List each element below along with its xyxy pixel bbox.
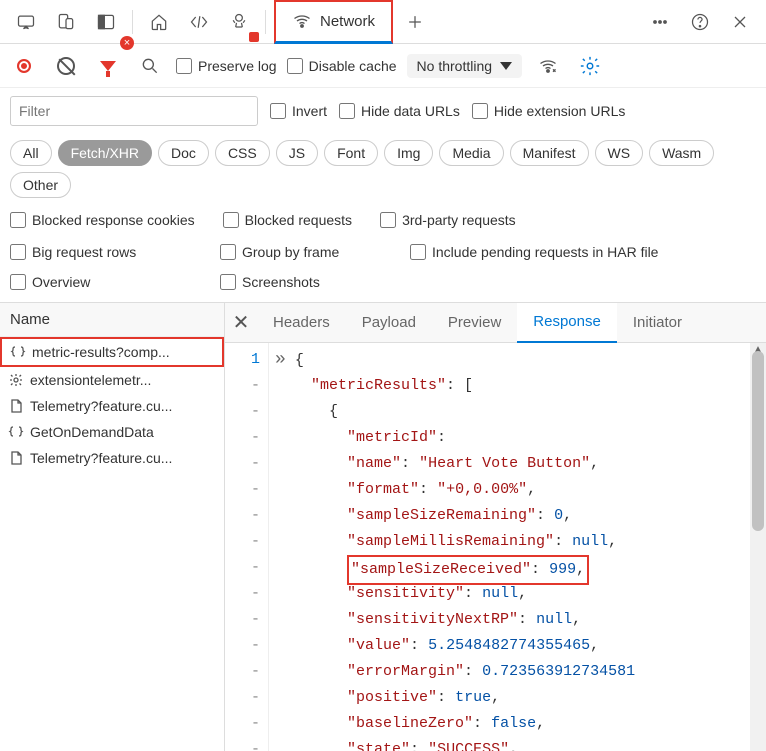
main-area: Name metric-results?comp... extensiontele… — [0, 303, 766, 751]
blocked-requests-checkbox[interactable]: Blocked requests — [223, 212, 352, 228]
sources-tab-icon[interactable] — [221, 4, 257, 40]
doc-icon — [8, 398, 24, 414]
type-pill-manifest[interactable]: Manifest — [510, 140, 589, 166]
hide-data-urls-checkbox[interactable]: Hide data URLs — [339, 103, 460, 119]
type-pill-img[interactable]: Img — [384, 140, 433, 166]
hide-ext-urls-checkbox[interactable]: Hide extension URLs — [472, 103, 626, 119]
search-icon[interactable] — [134, 50, 166, 82]
invert-checkbox[interactable]: Invert — [270, 103, 327, 119]
json-icon — [10, 344, 26, 360]
json-content[interactable]: » { "metricResults": [ { "metricId": "na… — [269, 343, 766, 751]
request-list-panel: Name metric-results?comp... extensiontele… — [0, 303, 225, 751]
type-pill-fetchxhr[interactable]: Fetch/XHR — [58, 140, 152, 166]
doc-icon — [8, 450, 24, 466]
request-row[interactable]: GetOnDemandData — [0, 419, 224, 445]
network-conditions-icon[interactable] — [532, 50, 564, 82]
close-detail-icon[interactable]: ✕ — [225, 310, 257, 335]
gear-icon — [8, 372, 24, 388]
elements-tab-icon[interactable] — [181, 4, 217, 40]
third-party-checkbox[interactable]: 3rd-party requests — [380, 212, 516, 228]
request-name: metric-results?comp... — [32, 344, 170, 360]
request-row[interactable]: metric-results?comp... — [0, 337, 224, 367]
big-rows-checkbox[interactable]: Big request rows — [10, 244, 220, 260]
detail-tabs: ✕ HeadersPayloadPreviewResponseInitiator — [225, 303, 766, 343]
clear-button[interactable] — [50, 50, 82, 82]
dock-icon[interactable] — [88, 4, 124, 40]
response-body: 1--------------- » { "metricResults": [ … — [225, 343, 766, 751]
type-pill-font[interactable]: Font — [324, 140, 378, 166]
inspect-icon[interactable] — [8, 4, 44, 40]
display-options: Big request rows Overview Group by frame… — [0, 236, 766, 303]
json-icon — [8, 424, 24, 440]
request-name: GetOnDemandData — [30, 424, 154, 440]
detail-tab-response[interactable]: Response — [517, 303, 617, 343]
request-name: Telemetry?feature.cu... — [30, 450, 172, 466]
chevron-down-icon — [500, 62, 512, 70]
more-icon[interactable] — [642, 4, 678, 40]
request-row[interactable]: Telemetry?feature.cu... — [0, 393, 224, 419]
block-filter-row: Blocked response cookies Blocked request… — [0, 204, 766, 236]
throttling-select[interactable]: No throttling — [407, 54, 522, 78]
type-pill-css[interactable]: CSS — [215, 140, 270, 166]
detail-panel: ✕ HeadersPayloadPreviewResponseInitiator… — [225, 303, 766, 751]
scrollbar[interactable]: ▲ — [750, 343, 766, 751]
name-column-header[interactable]: Name — [0, 303, 224, 337]
network-tab-label: Network — [320, 13, 375, 30]
close-devtools-icon[interactable] — [722, 4, 758, 40]
blocked-cookies-checkbox[interactable]: Blocked response cookies — [10, 212, 195, 228]
help-icon[interactable] — [682, 4, 718, 40]
request-name: Telemetry?feature.cu... — [30, 398, 172, 414]
line-gutter: 1--------------- — [225, 343, 269, 751]
type-pill-media[interactable]: Media — [439, 140, 503, 166]
devtools-top-toolbar: Network — [0, 0, 766, 44]
type-pill-ws[interactable]: WS — [595, 140, 644, 166]
settings-gear-icon[interactable] — [574, 50, 606, 82]
disable-cache-checkbox[interactable]: Disable cache — [287, 58, 397, 74]
type-pill-js[interactable]: JS — [276, 140, 318, 166]
filter-toggle-icon[interactable] — [92, 50, 124, 82]
pending-har-checkbox[interactable]: Include pending requests in HAR file — [410, 244, 756, 260]
type-pill-doc[interactable]: Doc — [158, 140, 209, 166]
welcome-tab-icon[interactable] — [141, 4, 177, 40]
preserve-log-checkbox[interactable]: Preserve log — [176, 58, 277, 74]
network-tab[interactable]: Network — [274, 0, 393, 44]
device-icon[interactable] — [48, 4, 84, 40]
type-pill-all[interactable]: All — [10, 140, 52, 166]
filter-row: Invert Hide data URLs Hide extension URL… — [0, 88, 766, 134]
type-pill-other[interactable]: Other — [10, 172, 71, 198]
detail-tab-preview[interactable]: Preview — [432, 303, 517, 343]
request-row[interactable]: Telemetry?feature.cu... — [0, 445, 224, 471]
record-button[interactable] — [8, 50, 40, 82]
detail-tab-payload[interactable]: Payload — [346, 303, 432, 343]
group-frame-checkbox[interactable]: Group by frame — [220, 244, 410, 260]
request-name: extensiontelemetr... — [30, 372, 151, 388]
resource-type-filter: AllFetch/XHRDocCSSJSFontImgMedia Manifest… — [0, 134, 766, 204]
filter-input[interactable] — [10, 96, 258, 126]
overview-checkbox[interactable]: Overview — [10, 274, 220, 290]
new-tab-button[interactable] — [397, 4, 433, 40]
detail-tab-initiator[interactable]: Initiator — [617, 303, 698, 343]
request-row[interactable]: extensiontelemetr... — [0, 367, 224, 393]
screenshots-checkbox[interactable]: Screenshots — [220, 274, 410, 290]
scrollbar-thumb[interactable] — [752, 351, 764, 531]
detail-tab-headers[interactable]: Headers — [257, 303, 346, 343]
type-pill-wasm[interactable]: Wasm — [649, 140, 714, 166]
network-sub-toolbar: Preserve log Disable cache No throttling — [0, 44, 766, 88]
